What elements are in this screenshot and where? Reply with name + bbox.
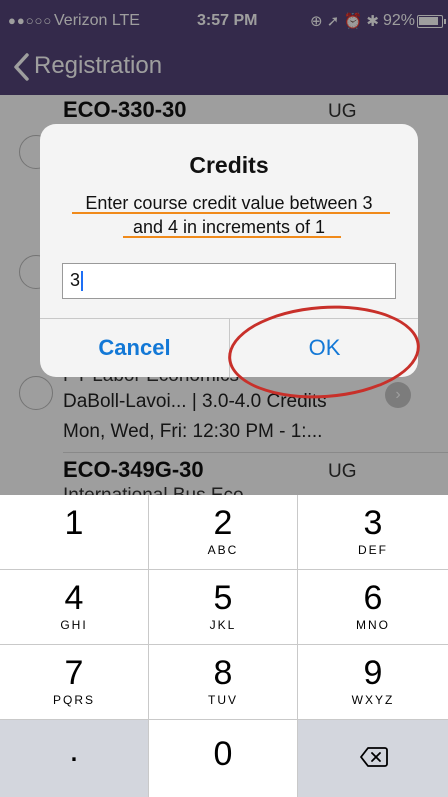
key-3[interactable]: 3 DEF (298, 495, 448, 570)
key-delete[interactable] (298, 720, 448, 797)
highlight-underline (72, 212, 390, 214)
key-digit: 6 (363, 579, 383, 617)
key-7[interactable]: 7 PQRS (0, 645, 149, 720)
key-decimal[interactable]: . (0, 720, 149, 797)
key-letters: JKL (209, 618, 237, 632)
key-letters: ABC (207, 543, 239, 557)
alert-title: Credits (189, 152, 269, 178)
key-2[interactable]: 2 ABC (149, 495, 298, 570)
cancel-button[interactable]: Cancel (40, 318, 229, 377)
key-letters: MNO (356, 618, 390, 632)
key-8[interactable]: 8 TUV (149, 645, 298, 720)
key-digit: 9 (363, 654, 383, 692)
key-letters: TUV (208, 693, 238, 707)
key-digit: 0 (213, 735, 233, 773)
key-letters: PQRS (52, 693, 95, 707)
key-digit: 4 (64, 579, 84, 617)
key-0[interactable]: 0 (149, 720, 298, 797)
key-6[interactable]: 6 MNO (298, 570, 448, 645)
text-caret (81, 271, 84, 292)
highlight-underline (123, 236, 341, 238)
key-digit: 7 (64, 654, 84, 692)
credits-input[interactable]: 3 (62, 263, 396, 299)
key-digit: 8 (213, 654, 233, 692)
key-letters: DEF (358, 543, 388, 557)
key-1[interactable]: 1 (0, 495, 149, 570)
key-digit: . (69, 731, 79, 769)
key-digit: 5 (213, 579, 233, 617)
key-digit: 2 (213, 504, 233, 542)
key-digit: 3 (363, 504, 383, 542)
key-4[interactable]: 4 GHI (0, 570, 149, 645)
key-5[interactable]: 5 JKL (149, 570, 298, 645)
key-letters: WXYZ (351, 693, 395, 707)
key-letters: GHI (60, 618, 88, 632)
credits-input-value: 3 (70, 270, 81, 290)
key-9[interactable]: 9 WXYZ (298, 645, 448, 720)
alert-message: Enter course credit value between 3 and … (60, 191, 398, 239)
numeric-keypad: 1 2 ABC 3 DEF 4 GHI 5 JKL 6 MNO 7 PQRS 8 TUV 9W… (0, 495, 448, 797)
backspace-icon (360, 747, 388, 767)
key-digit: 1 (64, 504, 84, 542)
